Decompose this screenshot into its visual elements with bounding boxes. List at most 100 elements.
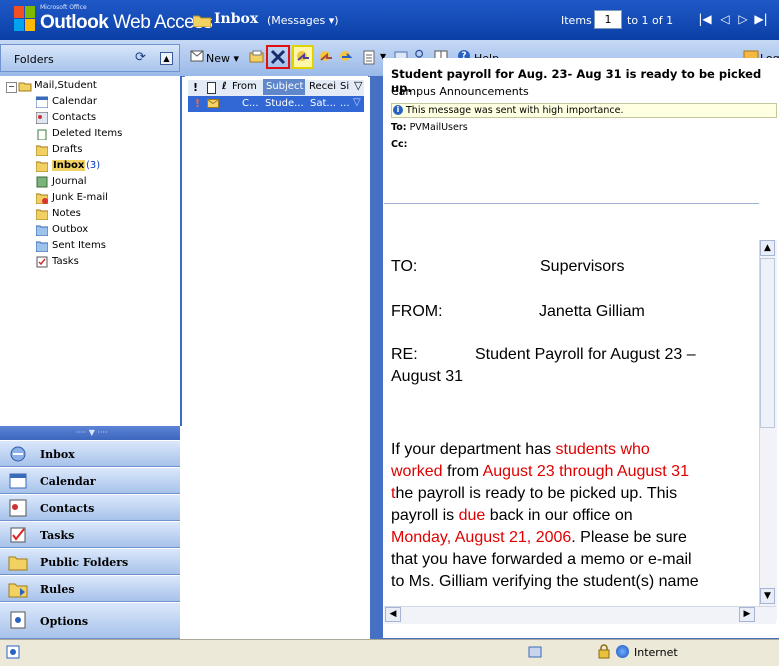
connection-icon	[528, 646, 542, 658]
nav-tasks[interactable]: Tasks	[0, 521, 180, 548]
body-to-label: TO:	[391, 258, 418, 275]
nav-public-folders[interactable]: Public Folders	[0, 548, 180, 575]
tasks-icon	[36, 256, 48, 268]
next-page-icon[interactable]: ▷	[736, 12, 750, 26]
tree-item-inbox[interactable]: Inbox (3)	[36, 160, 166, 174]
previous-page-icon[interactable]: ◁	[718, 12, 732, 26]
drafts-icon	[36, 145, 48, 156]
tree-item-calendar[interactable]: Calendar	[36, 96, 166, 110]
body-re-value-line2: August 31	[391, 368, 464, 385]
move-to-folder-icon[interactable]	[248, 48, 266, 66]
mailbox-icon	[18, 82, 32, 92]
column-subject[interactable]: Subject	[263, 79, 305, 95]
message-sender[interactable]: Campus Announcements	[391, 85, 529, 98]
page-icon	[6, 645, 20, 659]
vertical-scroll-thumb[interactable]	[760, 258, 775, 428]
scroll-left-icon[interactable]: ◀	[385, 607, 401, 622]
tree-item-deleted-items[interactable]: Deleted Items	[36, 128, 166, 142]
view-selector[interactable]: (Messages ▾)	[267, 14, 339, 27]
inbox-unread-count: (3)	[86, 160, 101, 171]
view-icon[interactable]	[360, 48, 378, 66]
body-from-value: Janetta Gilliam	[539, 303, 645, 320]
refresh-icon[interactable]: ⟳	[135, 50, 146, 65]
folder-icon	[193, 15, 211, 27]
item-number-input[interactable]: 1	[594, 10, 622, 29]
body-re-label: RE:	[391, 346, 418, 363]
importance-text: This message was sent with high importan…	[406, 105, 624, 116]
security-zone: Internet	[634, 646, 678, 659]
globe-icon	[616, 645, 629, 658]
tree-item-sent-items[interactable]: Sent Items	[36, 240, 166, 254]
nav-contacts[interactable]: Contacts	[0, 494, 180, 521]
tree-item-contacts[interactable]: Contacts	[36, 112, 166, 126]
body-paragraph-line4: payroll is due back in our office on	[391, 507, 633, 524]
column-importance[interactable]: !	[193, 81, 198, 94]
outbox-icon	[36, 225, 48, 236]
tree-item-junk-email[interactable]: Junk E-mail	[36, 192, 166, 206]
mailbox-root[interactable]: Mail,Student	[34, 80, 97, 91]
tree-item-drafts[interactable]: Drafts	[36, 144, 166, 158]
collapse-toggle-icon[interactable]: −	[6, 82, 17, 93]
column-received[interactable]: Recei	[309, 81, 336, 92]
attachment-icon[interactable]: ℓ	[222, 81, 227, 92]
last-page-icon[interactable]: ▶|	[754, 12, 768, 26]
scroll-up-icon[interactable]: ▲	[760, 240, 775, 256]
filter-icon[interactable]: ▽	[354, 79, 362, 92]
items-range-text: to 1 of 1	[627, 14, 674, 27]
forward-icon[interactable]	[337, 48, 355, 66]
lock-icon	[598, 644, 610, 659]
row-flag-icon[interactable]: ▽	[353, 97, 361, 108]
cc-line: Cc:	[391, 139, 408, 150]
items-label: Items	[561, 14, 592, 27]
calendar-icon	[9, 473, 27, 489]
tree-item-tasks[interactable]: Tasks	[36, 256, 166, 270]
envelope-icon	[207, 99, 219, 108]
journal-icon	[36, 176, 48, 188]
row-received: Sat...	[310, 98, 336, 109]
reply-all-icon[interactable]	[317, 48, 335, 66]
item-type-icon[interactable]	[207, 82, 216, 94]
body-paragraph-line7: to Ms. Gilliam verifying the student(s) …	[391, 573, 699, 590]
body-paragraph-line2: worked from August 23 through August 31	[391, 463, 689, 480]
app-title: Outlook Web Access	[40, 12, 213, 33]
new-button[interactable]: New ▾	[206, 52, 239, 65]
horizontal-scrollbar[interactable]	[384, 606, 776, 624]
first-page-icon[interactable]: |◀	[698, 12, 712, 26]
reply-icon[interactable]	[294, 48, 312, 66]
high-importance-icon: !	[195, 97, 201, 110]
nav-rules[interactable]: Rules	[0, 575, 180, 602]
contacts-icon	[9, 499, 27, 517]
tree-item-journal[interactable]: Journal	[36, 176, 166, 190]
sent-items-icon	[36, 241, 48, 252]
scroll-right-icon[interactable]: ▶	[739, 607, 755, 622]
body-paragraph-line6: that you have forwarded a memo or e-mail	[391, 551, 692, 568]
nav-calendar[interactable]: Calendar	[0, 467, 180, 494]
grip-dots-icon: ···· ▼ ····	[76, 428, 108, 437]
nav-options[interactable]: Options	[0, 602, 180, 639]
tree-item-notes[interactable]: Notes	[36, 208, 166, 222]
collapse-pane-icon[interactable]: ▲	[160, 52, 173, 65]
body-from-label: FROM:	[391, 303, 443, 320]
new-message-icon[interactable]	[188, 48, 206, 66]
column-size[interactable]: Si	[340, 81, 349, 92]
tree-item-outbox[interactable]: Outbox	[36, 224, 166, 238]
nav-inbox[interactable]: Inbox	[0, 440, 180, 467]
rules-icon	[8, 583, 28, 598]
body-paragraph-line1: If your department has students who	[391, 441, 650, 458]
row-from: C...	[242, 98, 259, 109]
options-icon	[10, 611, 26, 629]
to-recipient[interactable]: PVMailUsers	[410, 122, 468, 133]
message-list	[185, 76, 368, 639]
folders-label: Folders	[14, 53, 54, 66]
info-icon: i	[393, 105, 403, 115]
to-line: To: PVMailUsers	[391, 122, 468, 133]
notes-icon	[36, 209, 48, 220]
contacts-icon	[36, 112, 48, 124]
column-from[interactable]: From	[232, 81, 262, 92]
scroll-down-icon[interactable]: ▼	[760, 588, 775, 604]
body-re-value: Student Payroll for August 23 –	[475, 346, 696, 363]
row-size: ...	[340, 98, 350, 109]
delete-icon[interactable]	[269, 48, 287, 66]
office-logo-icon	[14, 6, 35, 31]
body-to-value: Supervisors	[540, 258, 625, 275]
